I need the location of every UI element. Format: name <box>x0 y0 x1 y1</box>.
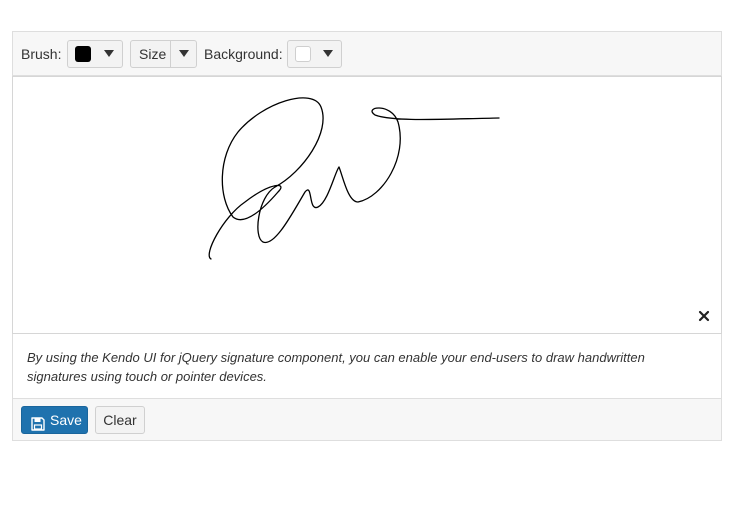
chevron-down-icon[interactable] <box>170 41 196 67</box>
brush-size-picker[interactable]: Size <box>130 40 197 68</box>
clear-button[interactable]: Clear <box>95 406 145 434</box>
description-text: By using the Kendo UI for jQuery signatu… <box>27 350 645 384</box>
chevron-down-icon[interactable] <box>96 41 122 67</box>
toolbar: Brush: Size Background: <box>13 32 721 76</box>
background-label: Background: <box>204 46 283 62</box>
size-value: Size <box>139 46 167 62</box>
floppy-disk-icon <box>31 413 45 431</box>
background-color-swatch <box>295 46 311 62</box>
save-label: Save <box>50 412 82 428</box>
brush-color-swatch <box>75 46 91 62</box>
footer-actions: Save Clear <box>13 398 721 440</box>
brush-color-picker[interactable] <box>67 40 123 68</box>
brush-label: Brush: <box>21 46 62 62</box>
signature-panel: Brush: Size Background: By using the Ken… <box>12 31 722 441</box>
signature-drawing <box>208 97 500 260</box>
background-color-picker[interactable] <box>287 40 342 68</box>
save-button[interactable]: Save <box>21 406 88 434</box>
signature-canvas[interactable] <box>12 76 722 334</box>
close-icon[interactable] <box>697 309 711 323</box>
chevron-down-icon[interactable] <box>315 41 341 67</box>
